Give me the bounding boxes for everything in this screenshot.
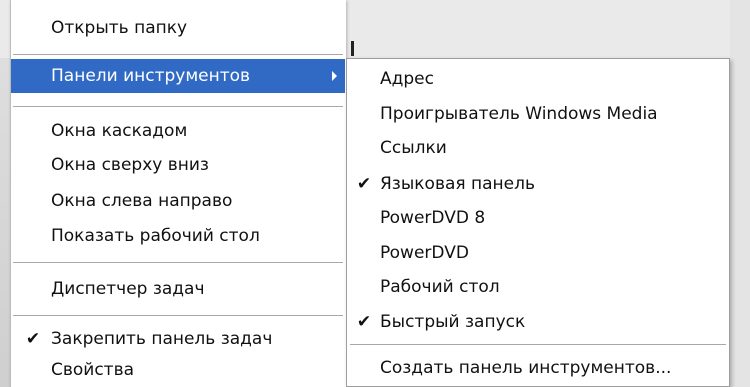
menu-item-label: Рабочий стол xyxy=(380,277,500,297)
submenu-item-language-bar[interactable]: ✔ Языковая панель xyxy=(347,167,729,201)
menu-item-label: Свойства xyxy=(51,360,135,380)
menu-item-show-desktop[interactable]: Показать рабочий стол xyxy=(11,219,345,253)
menu-item-label: Показать рабочий стол xyxy=(51,226,260,246)
submenu-item-desktop[interactable]: Рабочий стол xyxy=(347,270,729,304)
checkmark-icon: ✔ xyxy=(25,329,41,349)
submenu-item-links[interactable]: Ссылки xyxy=(347,131,729,165)
taskbar-context-menu: Открыть папку Панели инструментов Окна к… xyxy=(10,0,346,387)
checkmark-icon: ✔ xyxy=(356,312,372,332)
menu-item-label: Окна сверху вниз xyxy=(51,155,209,175)
submenu-item-powerdvd[interactable]: PowerDVD xyxy=(347,236,729,270)
menu-item-cascade-windows[interactable]: Окна каскадом xyxy=(11,114,345,148)
menu-item-label: PowerDVD xyxy=(380,243,469,263)
menu-separator xyxy=(13,315,343,316)
menu-item-label: PowerDVD 8 xyxy=(380,208,486,228)
chevron-right-icon xyxy=(332,71,337,81)
menu-item-lock-taskbar[interactable]: ✔ Закрепить панель задач xyxy=(11,322,345,356)
menu-separator xyxy=(13,106,343,107)
submenu-item-windows-media-player[interactable]: Проигрыватель Windows Media xyxy=(347,97,729,131)
menu-item-label: Адрес xyxy=(380,69,434,89)
menu-item-label: Диспетчер задач xyxy=(51,279,205,299)
menu-separator xyxy=(13,54,343,55)
menu-item-properties[interactable]: Свойства xyxy=(11,353,345,387)
submenu-item-address[interactable]: Адрес xyxy=(347,62,729,96)
menu-item-label: Панели инструментов xyxy=(51,66,251,86)
menu-item-label: Закрепить панель задач xyxy=(51,329,273,349)
menu-item-label: Языковая панель xyxy=(380,174,536,194)
menu-item-label: Открыть папку xyxy=(51,18,188,38)
menu-separator xyxy=(350,344,726,345)
menu-item-toolbars[interactable]: Панели инструментов xyxy=(11,59,345,93)
menu-item-label: Окна слева направо xyxy=(51,191,233,211)
menu-item-label: Окна каскадом xyxy=(51,121,188,141)
menu-item-tile-vertically[interactable]: Окна сверху вниз xyxy=(11,148,345,182)
submenu-item-quick-launch[interactable]: ✔ Быстрый запуск xyxy=(347,305,729,339)
toolbars-submenu: Адрес Проигрыватель Windows Media Ссылки… xyxy=(346,58,730,387)
menu-item-label: Проигрыватель Windows Media xyxy=(380,104,658,124)
submenu-item-new-toolbar[interactable]: Создать панель инструментов... xyxy=(347,351,729,385)
menu-separator xyxy=(13,262,343,263)
menu-item-tile-horizontally[interactable]: Окна слева направо xyxy=(11,184,345,218)
menu-item-label: Быстрый запуск xyxy=(380,312,526,332)
window-edge-right xyxy=(730,0,750,387)
menu-item-open-folder[interactable]: Открыть папку xyxy=(11,11,345,45)
mouse-cursor xyxy=(351,41,354,56)
menu-item-label: Создать панель инструментов... xyxy=(380,358,672,378)
window-edge-left xyxy=(0,58,10,387)
menu-item-label: Ссылки xyxy=(380,138,447,158)
submenu-item-powerdvd-8[interactable]: PowerDVD 8 xyxy=(347,201,729,235)
checkmark-icon: ✔ xyxy=(356,174,372,194)
menu-item-task-manager[interactable]: Диспетчер задач xyxy=(11,272,345,306)
